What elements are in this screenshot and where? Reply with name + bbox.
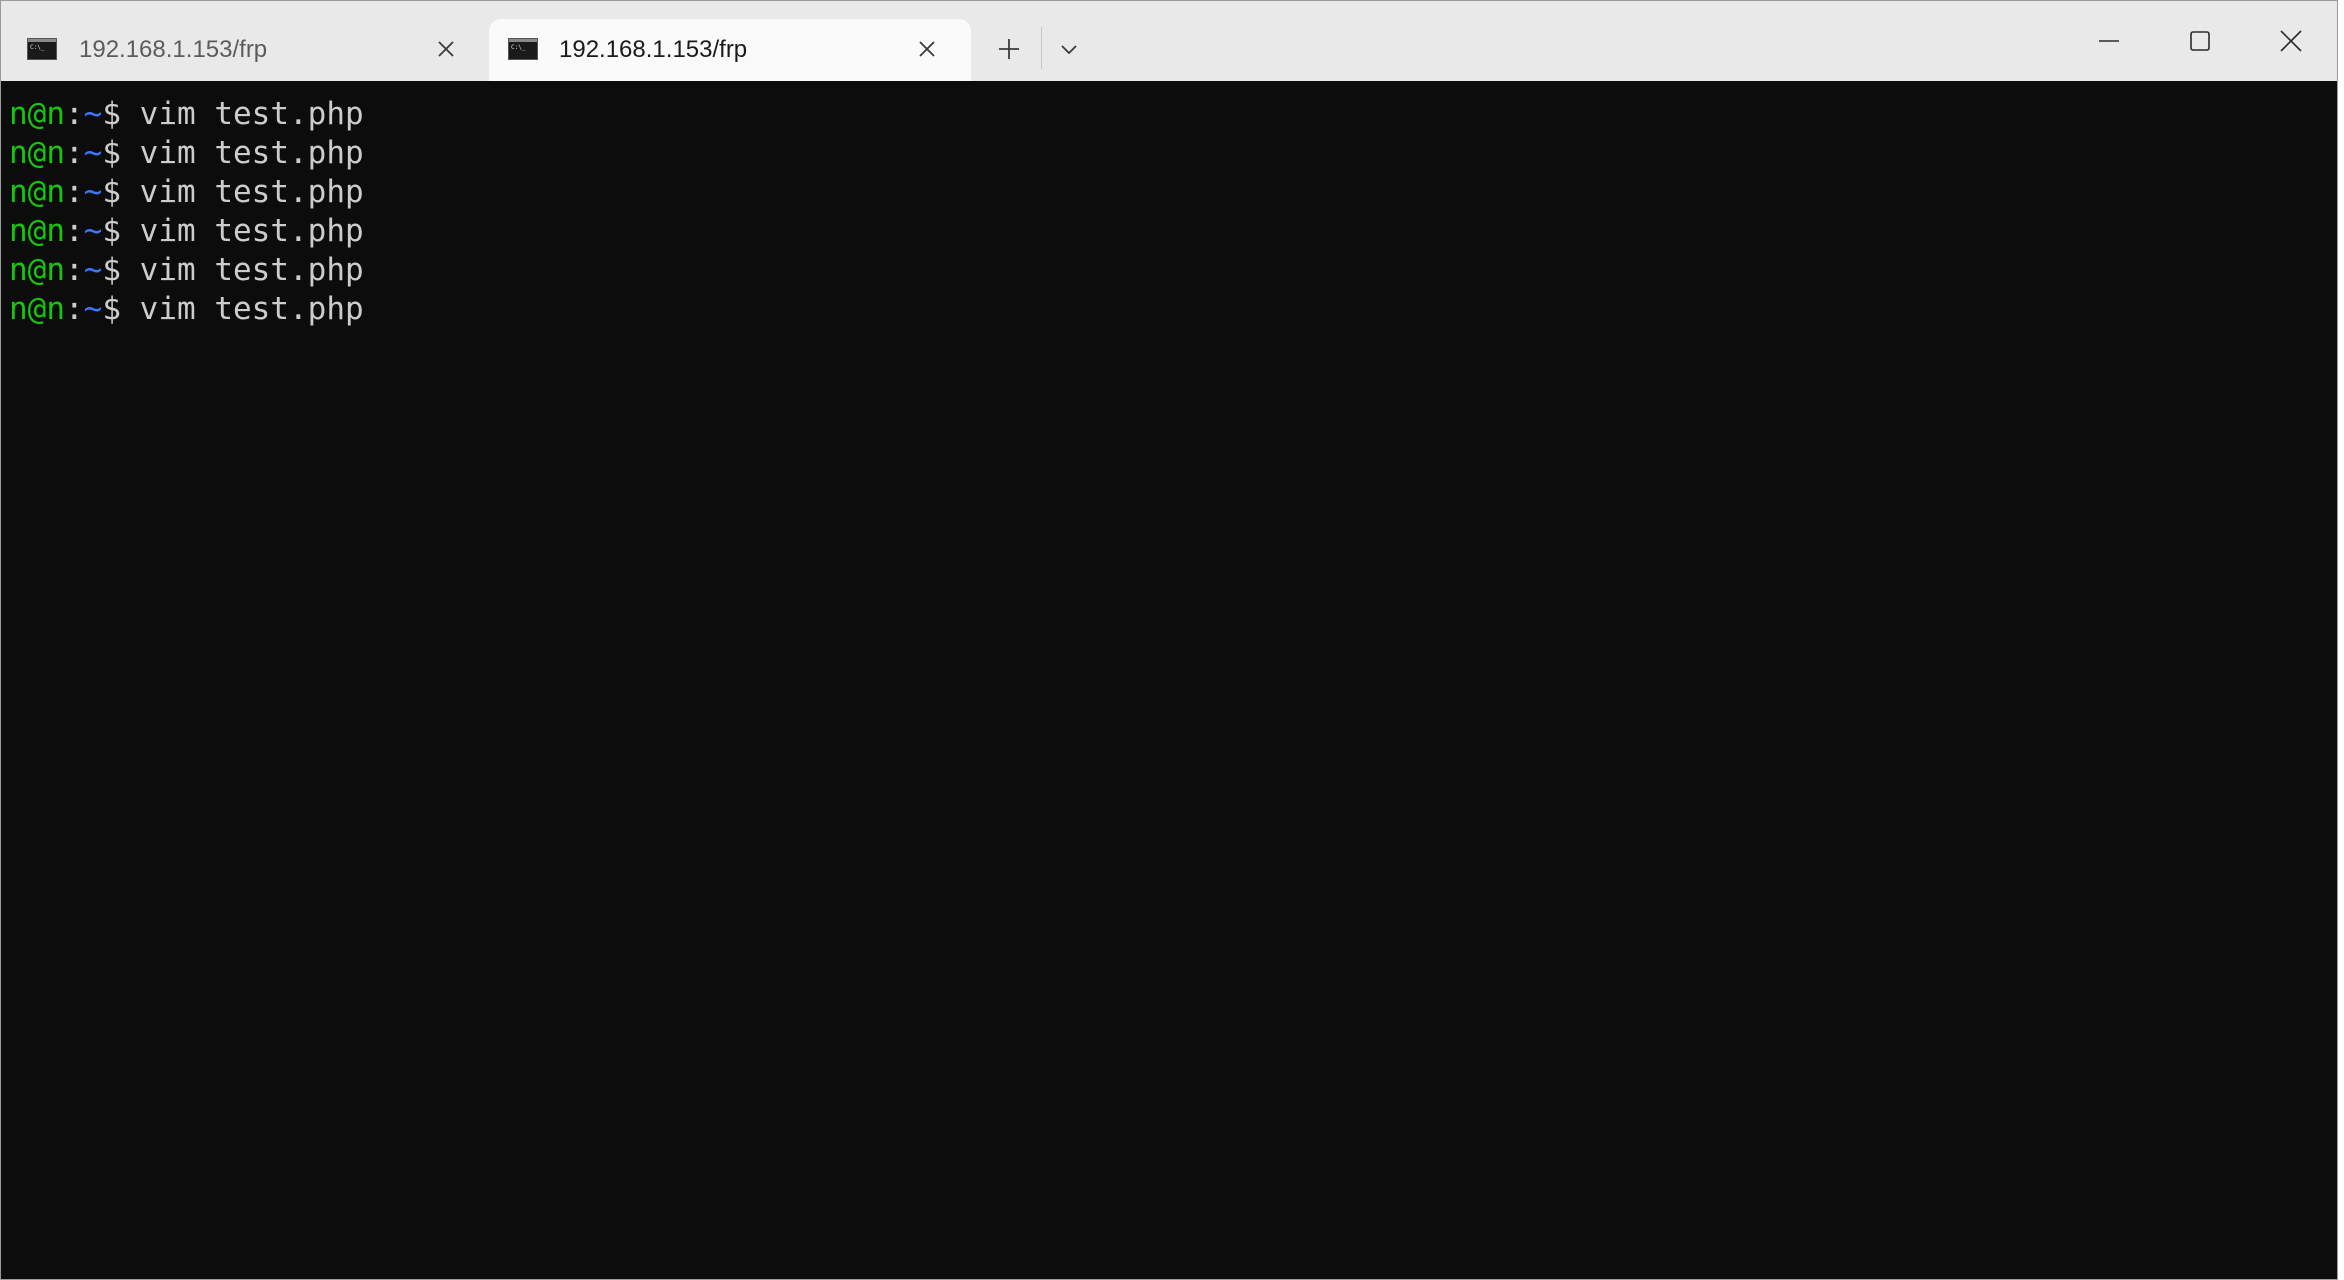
tab-close-button[interactable] (430, 33, 462, 65)
command-text: vim test.php (121, 252, 364, 288)
close-icon (438, 41, 454, 57)
command-text: vim test.php (121, 213, 364, 249)
prompt-path: ~ (83, 252, 103, 288)
command-text: vim test.php (121, 96, 364, 132)
prompt-user: n@n (9, 174, 65, 210)
prompt-colon: : (65, 213, 84, 249)
prompt-colon: : (65, 174, 84, 210)
tab-dropdown-button[interactable] (1051, 31, 1087, 67)
svg-text:C:\_: C:\_ (511, 44, 526, 51)
minimize-icon (2099, 40, 2119, 42)
prompt-path: ~ (83, 174, 103, 210)
prompt-path: ~ (83, 135, 103, 171)
prompt-user: n@n (9, 135, 65, 171)
command-text: vim test.php (121, 291, 364, 327)
prompt-path: ~ (83, 213, 103, 249)
new-tab-button[interactable] (991, 31, 1027, 67)
prompt-user: n@n (9, 252, 65, 288)
tab-2[interactable]: C:\_ 192.168.1.153/frp (489, 19, 971, 81)
prompt-path: ~ (83, 96, 103, 132)
tab-title: 192.168.1.153/frp (559, 36, 748, 63)
tab-title: 192.168.1.153/frp (79, 36, 268, 63)
terminal-icon: C:\_ (27, 38, 57, 60)
terminal-line: n@n:~$ vim test.php (9, 95, 2337, 134)
prompt-dollar: $ (102, 252, 122, 288)
maximize-icon (2190, 31, 2210, 51)
prompt-path: ~ (83, 291, 103, 327)
tab-1[interactable]: C:\_ 192.168.1.153/frp (7, 19, 483, 81)
terminal-window: C:\_ 192.168.1.153/frp C:\_ 192.168.1.15… (0, 0, 2338, 1280)
command-text: vim test.php (121, 174, 364, 210)
minimize-button[interactable] (2063, 1, 2155, 81)
terminal-output[interactable]: n@n:~$ vim test.php n@n:~$ vim test.php … (1, 81, 2337, 1279)
prompt-dollar: $ (102, 213, 122, 249)
prompt-user: n@n (9, 213, 65, 249)
terminal-line: n@n:~$ vim test.php (9, 134, 2337, 173)
terminal-line: n@n:~$ vim test.php (9, 290, 2337, 329)
prompt-colon: : (65, 96, 84, 132)
close-icon (919, 41, 935, 57)
command-text: vim test.php (121, 135, 364, 171)
prompt-dollar: $ (102, 174, 122, 210)
close-window-button[interactable] (2245, 1, 2337, 81)
prompt-dollar: $ (102, 135, 122, 171)
prompt-dollar: $ (102, 96, 122, 132)
prompt-dollar: $ (102, 291, 122, 327)
toolbar-separator (1041, 27, 1042, 69)
close-icon (2280, 30, 2302, 52)
chevron-down-icon (1061, 45, 1077, 55)
plus-icon (999, 39, 1019, 59)
maximize-button[interactable] (2154, 1, 2246, 81)
tab-close-button[interactable] (911, 33, 943, 65)
title-bar[interactable]: C:\_ 192.168.1.153/frp C:\_ 192.168.1.15… (1, 1, 2337, 81)
prompt-colon: : (65, 252, 84, 288)
svg-text:C:\_: C:\_ (30, 44, 45, 51)
terminal-icon: C:\_ (508, 38, 538, 60)
prompt-user: n@n (9, 96, 65, 132)
prompt-colon: : (65, 135, 84, 171)
terminal-line: n@n:~$ vim test.php (9, 251, 2337, 290)
prompt-user: n@n (9, 291, 65, 327)
prompt-colon: : (65, 291, 84, 327)
terminal-line: n@n:~$ vim test.php (9, 212, 2337, 251)
terminal-line: n@n:~$ vim test.php (9, 173, 2337, 212)
